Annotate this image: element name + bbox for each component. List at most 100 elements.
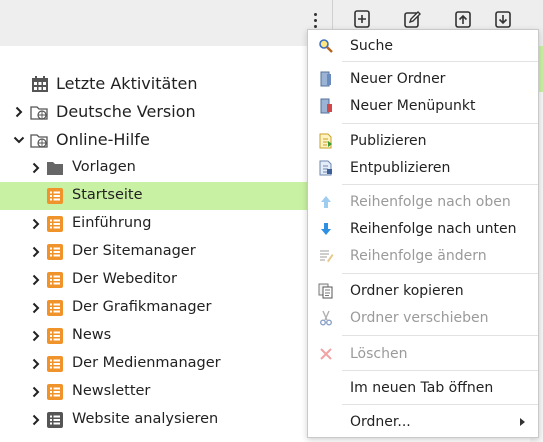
tree-item-label: Der Webeditor <box>72 271 177 287</box>
menu-item-label: Reihenfolge nach unten <box>350 221 517 237</box>
menu-separator <box>342 273 538 274</box>
page-icon <box>47 188 63 204</box>
search-icon <box>319 39 333 53</box>
new-menu-item-icon <box>320 98 332 114</box>
tree-item-label: Deutsche Version <box>56 102 196 121</box>
menu-item-publizieren[interactable]: Publizieren <box>308 128 538 154</box>
upload-icon[interactable] <box>454 9 472 29</box>
add-icon[interactable] <box>353 9 371 29</box>
menu-separator <box>342 123 538 124</box>
tree-item-label: Letzte Aktivitäten <box>56 74 198 93</box>
edit-icon[interactable] <box>403 9 421 29</box>
menu-item-ordner-verschieben[interactable]: Ordner verschieben <box>308 305 538 331</box>
tree-item-label: News <box>72 327 112 343</box>
reorder-icon <box>320 250 334 263</box>
menu-item-label: Suche <box>350 38 393 54</box>
menu-item-label: Reihenfolge ändern <box>350 248 487 264</box>
tree-item-vorlagen[interactable]: Vorlagen <box>0 154 330 182</box>
menu-separator <box>342 335 538 336</box>
tree-item-label: Der Sitemanager <box>72 243 196 259</box>
chevron-right-icon[interactable] <box>30 246 42 258</box>
menu-separator <box>342 370 538 371</box>
page-icon <box>47 328 63 344</box>
tree-item-der-grafikmanager[interactable]: Der Grafikmanager <box>0 294 330 322</box>
download-icon[interactable] <box>494 9 512 29</box>
menu-item-loeschen[interactable]: Löschen <box>308 341 538 367</box>
menu-item-label: Reihenfolge nach oben <box>350 194 511 210</box>
menu-separator <box>342 184 538 185</box>
tree-item-online-hilfe[interactable]: Online-Hilfe <box>0 126 330 154</box>
tree-item-news[interactable]: News <box>0 322 330 350</box>
menu-item-label: Neuer Menüpunkt <box>350 98 476 114</box>
app-window: Letzte Aktivitäten Deutsche Version Onli… <box>0 0 543 442</box>
menu-item-reihenfolge-aendern[interactable]: Reihenfolge ändern <box>308 243 538 269</box>
tree-item-startseite[interactable]: Startseite <box>0 182 330 210</box>
delete-icon <box>320 348 332 360</box>
chevron-right-icon[interactable] <box>13 106 25 118</box>
menu-item-label: Ordner... <box>350 414 411 430</box>
new-folder-icon <box>320 71 331 87</box>
chevron-right-icon[interactable] <box>30 274 42 286</box>
page-icon <box>47 300 63 316</box>
menu-separator <box>342 404 538 405</box>
page-icon <box>47 272 63 288</box>
chevron-right-icon[interactable] <box>30 386 42 398</box>
chevron-right-icon[interactable] <box>30 218 42 230</box>
tree-item-der-medienmanager[interactable]: Der Medienmanager <box>0 350 330 378</box>
chevron-right-icon[interactable] <box>30 358 42 370</box>
menu-item-entpublizieren[interactable]: Entpublizieren <box>308 155 538 181</box>
menu-item-ordner-kopieren[interactable]: Ordner kopieren <box>308 278 538 304</box>
menu-item-reihenfolge-nach-unten[interactable]: Reihenfolge nach unten <box>308 216 538 242</box>
tree-item-der-webeditor[interactable]: Der Webeditor <box>0 266 330 294</box>
menu-item-reihenfolge-nach-oben[interactable]: Reihenfolge nach oben <box>308 189 538 215</box>
tree-item-label: Der Grafikmanager <box>72 299 212 315</box>
page-icon <box>47 216 63 232</box>
chevron-right-icon[interactable] <box>30 414 42 426</box>
menu-item-label: Ordner verschieben <box>350 310 489 326</box>
unpublish-icon <box>319 160 332 176</box>
folder-icon <box>47 162 63 175</box>
menu-item-im-neuen-tab-oeffnen[interactable]: Im neuen Tab öffnen <box>308 375 538 401</box>
tree-item-label: Website analysieren <box>72 411 219 427</box>
tree-item-label: Der Medienmanager <box>72 355 221 371</box>
page-icon <box>47 384 63 400</box>
menu-item-label: Neuer Ordner <box>350 71 446 87</box>
tree-item-einfuehrung[interactable]: Einführung <box>0 210 330 238</box>
page-gray-icon <box>47 412 63 428</box>
tree-item-label: Newsletter <box>72 383 151 399</box>
submenu-arrow-icon <box>520 418 525 426</box>
chevron-right-icon[interactable] <box>30 162 42 174</box>
page-icon <box>47 356 63 372</box>
menu-item-neuer-ordner[interactable]: Neuer Ordner <box>308 66 538 92</box>
copy-icon <box>318 283 333 299</box>
tree-item-newsletter[interactable]: Newsletter <box>0 378 330 406</box>
menu-separator <box>342 61 538 62</box>
arrow-down-icon <box>321 223 331 235</box>
menu-item-ordner-submenu[interactable]: Ordner... <box>308 409 538 435</box>
tree-item-der-sitemanager[interactable]: Der Sitemanager <box>0 238 330 266</box>
tree-item-deutsche-version[interactable]: Deutsche Version <box>0 98 330 126</box>
publish-icon <box>319 133 332 149</box>
tree-item-label: Online-Hilfe <box>56 130 150 149</box>
arrow-up-icon <box>321 196 331 208</box>
chevron-down-icon[interactable] <box>13 134 25 146</box>
globe-folder-icon <box>30 106 48 120</box>
globe-folder-icon <box>30 134 48 148</box>
page-icon <box>47 244 63 260</box>
menu-item-label: Entpublizieren <box>350 160 451 176</box>
menu-item-label: Publizieren <box>350 133 427 149</box>
tree-item-label: Startseite <box>72 187 143 203</box>
chevron-right-icon[interactable] <box>30 330 42 342</box>
cut-icon <box>320 310 332 326</box>
menu-item-label: Im neuen Tab öffnen <box>350 380 494 396</box>
menu-item-neuer-menuepunkt[interactable]: Neuer Menüpunkt <box>308 93 538 119</box>
calendar-icon <box>32 76 48 92</box>
tree-item-label: Einführung <box>72 215 152 231</box>
chevron-right-icon[interactable] <box>30 302 42 314</box>
site-tree: Letzte Aktivitäten Deutsche Version Onli… <box>0 70 330 434</box>
tree-item-website-analysieren[interactable]: Website analysieren <box>0 406 330 434</box>
menu-item-suche[interactable]: Suche <box>308 33 538 59</box>
tree-item-letzte-aktivitaeten[interactable]: Letzte Aktivitäten <box>0 70 330 98</box>
menu-item-label: Löschen <box>350 346 408 362</box>
tree-item-label: Vorlagen <box>72 159 136 175</box>
